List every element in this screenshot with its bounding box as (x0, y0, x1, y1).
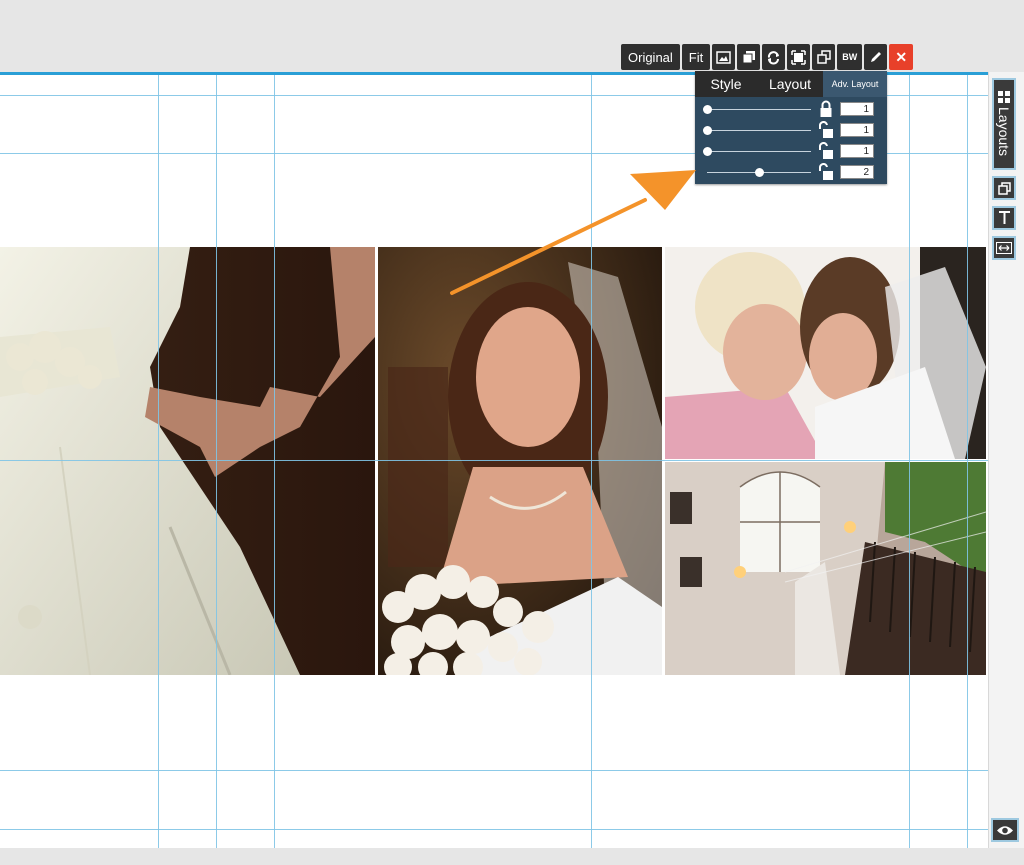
bottom-strip (0, 848, 1024, 865)
resize-button[interactable] (992, 236, 1016, 260)
copy-layer-button[interactable] (992, 176, 1016, 200)
value-field[interactable]: 1 (840, 102, 874, 116)
add-text-button[interactable] (992, 206, 1016, 230)
value-field[interactable]: 1 (840, 123, 874, 137)
tab-layout[interactable]: Layout (757, 71, 823, 97)
preview-button[interactable] (991, 818, 1019, 842)
photo-dress-image (0, 247, 375, 675)
copy-layer-icon (997, 181, 1011, 195)
photo-staircase[interactable] (665, 462, 986, 675)
text-icon (998, 211, 1010, 224)
guide-line-vertical (158, 75, 159, 848)
resize-horizontal-icon (996, 242, 1012, 254)
tab-adv-layout[interactable]: Adv. Layout (823, 71, 887, 97)
tab-style[interactable]: Style (695, 71, 757, 97)
lock-closed-icon[interactable] (819, 100, 833, 118)
layouts-label: Layouts (996, 107, 1012, 157)
slider-knob[interactable] (703, 126, 712, 135)
annotation-arrow (450, 170, 696, 295)
slider-track (707, 151, 811, 152)
slider-track (707, 130, 811, 131)
bw-button[interactable]: BW (837, 44, 863, 70)
photo-bride-portrait-image (378, 247, 662, 675)
guide-line-vertical (967, 75, 968, 848)
lock-open-icon[interactable] (819, 121, 833, 139)
rotate-icon[interactable] (762, 44, 786, 70)
value-field[interactable]: 2 (840, 165, 874, 179)
photo-bride-portrait[interactable] (378, 247, 662, 675)
grid-icon (998, 91, 1010, 104)
slider-row-4: 2 (703, 162, 883, 183)
photo-frame-icon[interactable] (712, 44, 736, 70)
guide-line-vertical (909, 75, 910, 848)
photo-mother-daughter-image (665, 247, 986, 459)
slider-row-1: 1 (703, 99, 883, 120)
crop-fill-icon[interactable] (787, 44, 811, 70)
guide-line-vertical (216, 75, 217, 848)
guide-line-horizontal (0, 460, 988, 461)
slider-row-3: 1 (703, 141, 883, 162)
panel-tabs: Style Layout Adv. Layout (695, 71, 887, 97)
lock-open-icon[interactable] (819, 142, 833, 160)
fit-button[interactable]: Fit (681, 44, 711, 70)
guide-line-horizontal (0, 829, 988, 830)
right-rail: Layouts (988, 72, 1024, 848)
photo-dress[interactable] (0, 247, 375, 675)
photo-mother-daughter[interactable] (665, 247, 986, 459)
adv-layout-panel: Style Layout Adv. Layout 1 1 1 2 (695, 71, 887, 184)
close-button[interactable]: ✕ (889, 44, 914, 70)
photo-toolbar: Original Fit BW ✕ (621, 44, 914, 70)
photo-staircase-image (665, 462, 986, 675)
lock-open-icon[interactable] (819, 163, 833, 181)
pencil-icon[interactable] (864, 44, 888, 70)
guide-line-horizontal (0, 770, 988, 771)
value-field[interactable]: 1 (840, 144, 874, 158)
slider-row-2: 1 (703, 120, 883, 141)
swap-icon[interactable] (812, 44, 836, 70)
slider-knob[interactable] (755, 168, 764, 177)
original-button[interactable]: Original (621, 44, 680, 70)
slider-knob[interactable] (703, 105, 712, 114)
eye-icon (997, 825, 1013, 835)
layouts-button[interactable]: Layouts (992, 78, 1016, 170)
slider-knob[interactable] (703, 147, 712, 156)
guide-line-vertical (274, 75, 275, 848)
slider-track (707, 109, 811, 110)
duplicate-icon[interactable] (737, 44, 761, 70)
